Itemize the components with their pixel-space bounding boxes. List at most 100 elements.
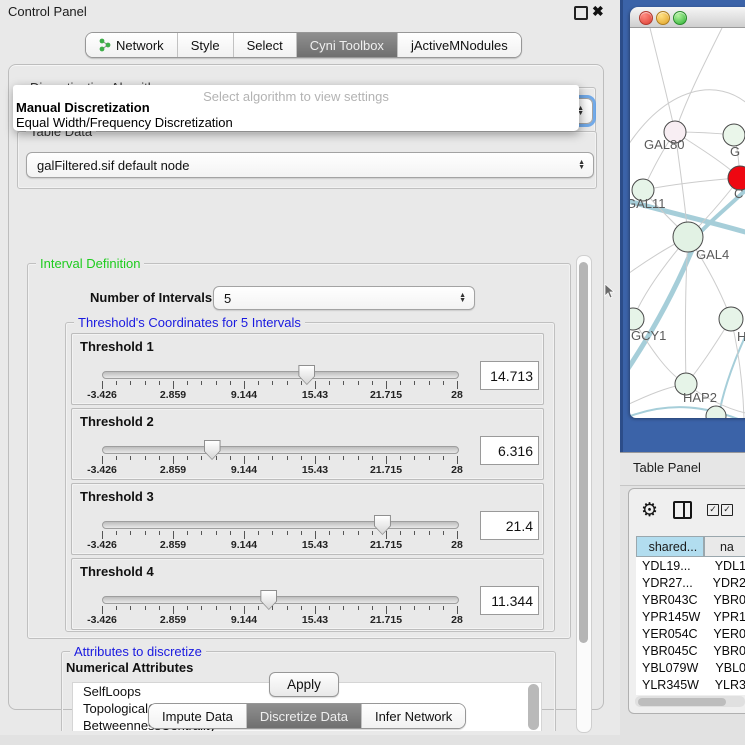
network-canvas[interactable]: GAL80GCGAL11GAL4GCY1HHAP2 <box>630 28 745 418</box>
tab-label: Infer Network <box>375 709 452 724</box>
slider-tick <box>258 606 259 610</box>
slider-tick <box>173 456 174 464</box>
slider-track[interactable] <box>102 446 459 454</box>
network-edge <box>643 178 740 190</box>
slider-tick <box>287 456 288 460</box>
slider-track[interactable] <box>102 371 459 379</box>
slider-tick <box>429 381 430 385</box>
algorithm-option-equal-width[interactable]: Equal Width/Frequency Discretization <box>16 115 233 130</box>
table-panel-title: Table Panel <box>633 460 701 475</box>
number-of-intervals-combobox[interactable]: 5 ▲▼ <box>213 286 475 310</box>
cell-name: YDR2 <box>709 576 745 590</box>
tab-jactivemnodules[interactable]: jActiveMNodules <box>397 33 521 57</box>
attributes-list-scrollbar[interactable] <box>528 684 539 730</box>
slider-tick <box>116 456 117 460</box>
table-row[interactable]: YIL052CYIL0 <box>636 693 745 695</box>
table-row[interactable]: YDL19...YDL1 <box>636 557 745 574</box>
slider-tick <box>216 456 217 460</box>
table-row[interactable]: YPR145WYPR1 <box>636 608 745 625</box>
slider-tick <box>130 606 131 610</box>
numerical-attributes-label: Numerical Attributes <box>66 660 193 675</box>
slider-tick <box>400 531 401 535</box>
slider-tick-label: 21.715 <box>370 389 402 401</box>
table-row[interactable]: YDR27...YDR2 <box>636 574 745 591</box>
slider-tick <box>201 381 202 385</box>
tab-style[interactable]: Style <box>177 33 233 57</box>
table-row[interactable]: YBR045CYBR0 <box>636 642 745 659</box>
cell-shared-name: YDL19... <box>636 559 711 573</box>
threshold-value-field[interactable]: 14.713 <box>480 361 539 390</box>
slider-tick <box>443 606 444 610</box>
select-columns-icons[interactable]: ✓✓ <box>707 504 733 516</box>
apply-button[interactable]: Apply <box>269 672 339 697</box>
slider-track[interactable] <box>102 596 459 604</box>
tab-network[interactable]: Network <box>86 33 177 57</box>
algorithm-option-manual[interactable]: Manual Discretization <box>16 100 150 115</box>
hscroll-thumb[interactable] <box>638 698 726 706</box>
column-header-na[interactable]: na <box>704 536 745 557</box>
combo-arrows-icon: ▲▼ <box>459 293 466 303</box>
slider-tick <box>216 606 217 610</box>
table-row[interactable]: YER054CYER0 <box>636 625 745 642</box>
tab-label: Impute Data <box>162 709 233 724</box>
tab-discretize-data[interactable]: Discretize Data <box>246 704 361 728</box>
slider-tick-label: -3.426 <box>87 464 117 476</box>
node-label: GAL11 <box>630 196 666 211</box>
close-traffic-light[interactable] <box>639 11 653 25</box>
tab-label: jActiveMNodules <box>411 38 508 53</box>
network-node-h[interactable] <box>719 307 743 331</box>
table-horizontal-scrollbar[interactable] <box>635 696 745 707</box>
slider-tick <box>272 531 273 535</box>
minimize-traffic-light[interactable] <box>656 11 670 25</box>
tab-select[interactable]: Select <box>233 33 296 57</box>
slider-tick <box>414 606 415 610</box>
threshold-value-field[interactable]: 6.316 <box>480 436 539 465</box>
node-label: GCY1 <box>631 328 666 343</box>
network-edge <box>650 28 675 132</box>
slider-tick <box>358 456 359 460</box>
network-node-gcy1[interactable] <box>630 308 644 330</box>
panel-vertical-scrollbar[interactable] <box>576 255 592 733</box>
slider-track[interactable] <box>102 521 459 529</box>
node-table[interactable]: shared...na YDL19...YDL1YDR27...YDR2YBR0… <box>636 536 745 695</box>
table-row[interactable]: YBR043CYBR0 <box>636 591 745 608</box>
threshold-value-field[interactable]: 21.4 <box>480 511 539 540</box>
tab-cyni-toolbox[interactable]: Cyni Toolbox <box>296 33 397 57</box>
control-panel: Control Panel ✖ NetworkStyleSelectCyni T… <box>0 0 620 735</box>
cell-name: YIL0 <box>712 695 742 696</box>
threshold-label: Threshold 4 <box>80 564 154 579</box>
table-row[interactable]: YBL079WYBL0 <box>636 659 745 676</box>
tab-label: Cyni Toolbox <box>310 38 384 53</box>
slider-tick <box>145 606 146 610</box>
columns-icon[interactable] <box>673 501 692 519</box>
zoom-traffic-light[interactable] <box>673 11 687 25</box>
slider-tick <box>301 456 302 460</box>
slider-tick <box>329 531 330 535</box>
combo-arrows-icon: ▲▼ <box>578 160 585 170</box>
float-window-icon[interactable] <box>574 6 588 20</box>
slider-tick <box>400 456 401 460</box>
slider-tick <box>372 381 373 385</box>
threshold-value-field[interactable]: 11.344 <box>480 586 539 615</box>
column-header-shared[interactable]: shared... <box>636 536 704 557</box>
tab-infer-network[interactable]: Infer Network <box>361 704 465 728</box>
slider-tick <box>287 381 288 385</box>
attributes-group-title: Attributes to discretize <box>70 644 206 659</box>
tab-impute-data[interactable]: Impute Data <box>149 704 246 728</box>
network-node-g[interactable] <box>723 124 745 146</box>
threshold-label: Threshold 2 <box>80 414 154 429</box>
table-row[interactable]: YLR345WYLR3 <box>636 676 745 693</box>
cell-shared-name: YBL079W <box>636 661 711 675</box>
panel-scrollbar-thumb[interactable] <box>579 262 588 643</box>
table-data-combobox[interactable]: galFiltered.sif default node ▲▼ <box>26 152 594 178</box>
slider-tick <box>315 606 316 614</box>
cell-name: YBL0 <box>711 661 745 675</box>
network-node[interactable] <box>706 406 726 418</box>
close-icon[interactable]: ✖ <box>592 3 604 20</box>
slider-tick-label: 9.144 <box>231 614 257 626</box>
slider-tick <box>187 456 188 460</box>
slider-tick <box>457 531 458 539</box>
cell-shared-name: YBR045C <box>636 644 709 658</box>
slider-tick <box>358 606 359 610</box>
gear-icon[interactable]: ⚙ <box>641 501 658 519</box>
